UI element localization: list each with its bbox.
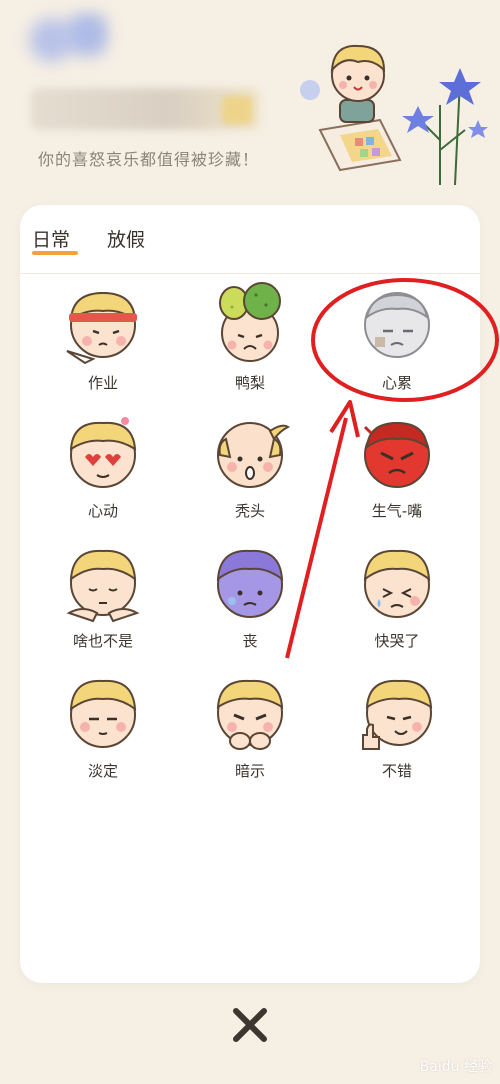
mood-label: 鸭梨 [234,374,265,392]
homework-face-icon [66,291,137,365]
mood-item-thumbs-up[interactable]: 不错 [322,661,472,791]
mood-picker-card: 日常 放假 作业 鸭梨 心累 心动 秃头 生气-嘴 啥也不是 丧 快哭了 淡定 … [20,205,480,983]
mood-item-calm[interactable]: 淡定 [28,661,178,791]
mood-label: 作业 [87,374,118,392]
almost-crying-face-icon [363,549,431,618]
bald-face-icon [217,422,290,488]
mood-label: 快哭了 [374,632,420,650]
subtitle: 你的喜怒哀乐都值得被珍藏！ [38,150,260,169]
blurred-badge [222,96,252,124]
mood-item-meh[interactable]: 啥也不是 [28,531,178,661]
active-tab-indicator [32,251,78,255]
mood-item-angry[interactable]: 生气-嘴 [322,401,472,531]
mood-label: 不错 [381,762,412,780]
mood-item-hint[interactable]: 暗示 [175,661,325,791]
mood-item-tired[interactable]: 心累 [322,273,472,403]
mood-label: 生气-嘴 [371,502,423,520]
hero-illustration-icon [300,44,488,186]
header: 你的喜怒哀乐都值得被珍藏！ [0,0,500,200]
mood-item-heart-eyes[interactable]: 心动 [28,401,178,531]
tab-bar: 日常 放假 [20,205,480,274]
pear-face-icon [219,282,281,362]
close-icon[interactable] [228,1003,272,1047]
heart-eyes-face-icon [69,417,137,488]
tab-holiday[interactable]: 放假 [107,225,145,252]
mood-item-almost-crying[interactable]: 快哭了 [322,531,472,661]
meh-face-icon [66,549,140,623]
gloomy-face-icon [216,549,284,618]
mood-label: 暗示 [234,762,265,780]
mood-label: 心动 [87,502,118,520]
tab-daily[interactable]: 日常 [32,225,70,252]
mood-label: 淡定 [87,762,118,780]
blurred-decoration [20,10,110,70]
tired-heart-face-icon [364,292,430,358]
mood-item-homework[interactable]: 作业 [28,273,178,403]
mood-item-gloomy[interactable]: 丧 [175,531,325,661]
hint-face-icon [216,679,284,750]
mood-item-bald[interactable]: 秃头 [175,401,325,531]
calm-face-icon [69,679,137,748]
thumbs-up-face-icon [362,679,433,750]
angry-face-icon [363,421,430,488]
mood-label: 啥也不是 [72,632,133,650]
mood-label: 心累 [381,374,412,392]
mood-item-pear[interactable]: 鸭梨 [175,273,325,403]
watermark: Baidu 经验 [419,1059,492,1075]
mood-label: 丧 [242,632,258,650]
mood-label: 秃头 [234,502,265,520]
